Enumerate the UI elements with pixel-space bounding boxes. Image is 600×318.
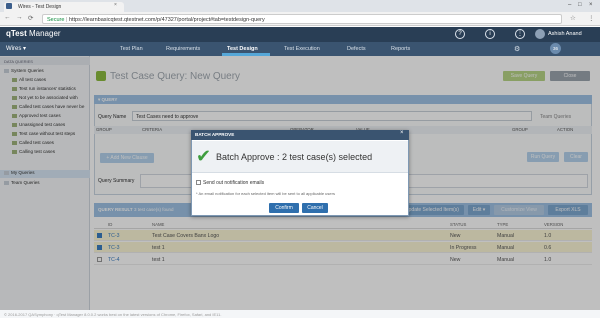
apps-grid-icon[interactable]: ⋮	[515, 29, 525, 39]
tab-favicon-icon	[6, 3, 12, 9]
tab-test-design[interactable]: Test Design	[227, 46, 258, 52]
logo-qtest: qTest	[6, 29, 27, 38]
close-icon[interactable]: ×	[400, 130, 404, 136]
secure-label: Secure	[47, 17, 65, 23]
info-icon[interactable]: i	[485, 29, 495, 39]
reload-icon[interactable]: ⟳	[28, 14, 33, 22]
send-notification-checkbox[interactable]	[196, 180, 201, 185]
close-window-icon[interactable]: ×	[589, 2, 593, 8]
minimize-window-icon[interactable]: –	[568, 2, 571, 8]
logo-manager: Manager	[28, 29, 61, 38]
browser-tab[interactable]: Wires - Test Design	[4, 2, 124, 12]
confirm-button[interactable]: Confirm	[269, 203, 299, 213]
url-bar[interactable]: Secure | https://learnbasicqtest.qtestne…	[42, 14, 562, 24]
maximize-window-icon[interactable]: □	[578, 2, 582, 8]
check-icon: ✔	[196, 146, 212, 166]
tab-test-plan[interactable]: Test Plan	[120, 46, 143, 52]
app-logo: qTest Manager	[6, 29, 61, 38]
tab-defects[interactable]: Defects	[347, 46, 366, 52]
avatar[interactable]	[535, 29, 545, 39]
dialog-message: Batch Approve : 2 test case(s) selected	[216, 152, 373, 162]
url-text: https://learnbasicqtest.qtestnet.com/p/4…	[68, 17, 265, 23]
forward-icon[interactable]: →	[16, 14, 23, 21]
tab-title: Wires - Test Design	[18, 4, 62, 10]
help-icon[interactable]: ?	[455, 29, 465, 39]
dialog-title: BATCH APPROVE	[191, 130, 409, 140]
app-header	[0, 27, 600, 42]
settings-gear-icon[interactable]: ⚙	[514, 45, 520, 53]
bookmark-star-icon[interactable]: ☆	[570, 14, 576, 22]
send-notification-label[interactable]: Send out notification emails	[203, 180, 264, 186]
user-name[interactable]: Ashish Anand	[548, 31, 582, 37]
tab-requirements[interactable]: Requirements	[166, 46, 200, 52]
footer: © 2016-2017 QASymphony · qTest Manager 8…	[0, 310, 600, 318]
notification-note: * An email notification for each selecte…	[196, 191, 335, 196]
browser-menu-icon[interactable]: ⋮	[588, 14, 595, 22]
notification-badge[interactable]: 36	[550, 43, 561, 54]
close-tab-icon[interactable]: ×	[114, 2, 117, 8]
cancel-button[interactable]: Cancel	[302, 203, 328, 213]
project-selector[interactable]: Wires ▾	[6, 45, 26, 52]
back-icon[interactable]: ←	[4, 14, 11, 21]
tab-test-execution[interactable]: Test Execution	[284, 46, 320, 52]
tab-reports[interactable]: Reports	[391, 46, 410, 52]
